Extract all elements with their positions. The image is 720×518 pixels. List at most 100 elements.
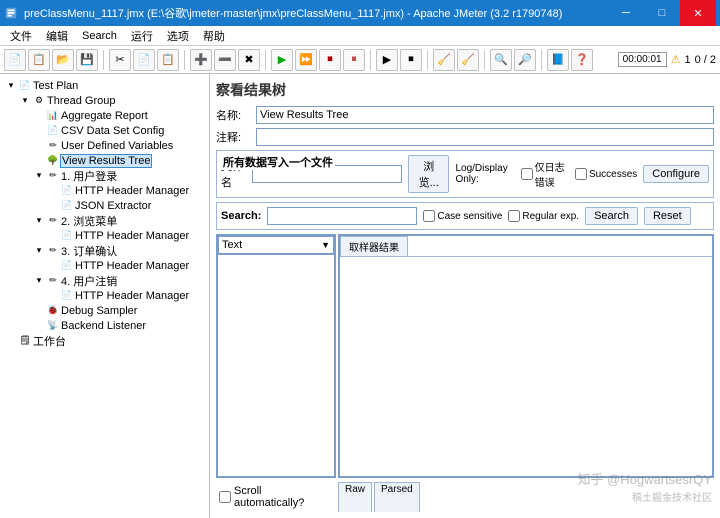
close-button[interactable]: ✕ [680,0,716,26]
case-sensitive-checkbox[interactable] [423,210,435,222]
tree-node[interactable]: 📄HTTP Header Manager [0,228,209,243]
collapse-button[interactable]: ➖ [214,49,236,71]
node-label: User Defined Variables [60,140,174,152]
successes-checkbox[interactable] [575,168,587,180]
toggle-icon[interactable]: ▾ [32,170,46,182]
tree-node[interactable]: ▾✏2. 浏览菜单 [0,213,209,228]
reset-search-button[interactable]: 🔎 [514,49,536,71]
errors-only-checkbox[interactable] [521,168,533,180]
configure-button[interactable]: Configure [643,165,709,183]
tree-node[interactable]: 📡Backend Listener [0,318,209,333]
tree-node[interactable]: ▾✏1. 用户登录 [0,168,209,183]
toggle-icon[interactable]: ▾ [32,275,46,287]
remote-stop-button[interactable]: ⏹ [400,49,422,71]
expand-button[interactable]: ➕ [190,49,212,71]
toggle-icon[interactable] [46,185,60,197]
toggle-icon[interactable] [32,125,46,137]
toggle-icon[interactable] [46,290,60,302]
toggle-icon[interactable] [32,140,46,152]
comment-label: 注释: [216,129,252,145]
results-list[interactable] [218,254,334,476]
new-button[interactable]: 📄 [4,49,26,71]
toolbar: 📄 📋 📂 💾 ✂ 📄 📋 ➕ ➖ ✖ ▶ ⏩ ⏹ ⏸ ▶ ⏹ 🧹 🧹 🔍 🔎 … [0,46,720,74]
shutdown-button[interactable]: ⏸ [343,49,365,71]
toggle-icon[interactable] [32,305,46,317]
tree-node[interactable]: 📄HTTP Header Manager [0,288,209,303]
comment-input[interactable] [256,128,714,146]
toggle-icon[interactable]: ▾ [32,215,46,227]
node-label: HTTP Header Manager [74,185,190,197]
function-helper-button[interactable]: 📘 [547,49,569,71]
toggle-icon[interactable] [46,260,60,272]
warning-count: 1 [684,54,690,66]
menu-选项[interactable]: 选项 [161,26,195,46]
tree-node[interactable]: 📊Aggregate Report [0,108,209,123]
toggle-icon[interactable] [46,200,60,212]
name-input[interactable] [256,106,714,124]
tree-node[interactable]: 📄CSV Data Set Config [0,123,209,138]
reset-button[interactable]: Reset [644,207,691,225]
tree-node[interactable]: ▾✏4. 用户注销 [0,273,209,288]
copy-button[interactable]: 📄 [133,49,155,71]
menu-文件[interactable]: 文件 [4,26,38,46]
paste-button[interactable]: 📋 [157,49,179,71]
tree-node[interactable]: ▾📄Test Plan [0,78,209,93]
parsed-tab[interactable]: Parsed [374,482,420,512]
tree-node[interactable]: ▾✏3. 订单确认 [0,243,209,258]
clear-button[interactable]: 🧹 [433,49,455,71]
toggle-icon[interactable]: ▾ [32,245,46,257]
separator [427,50,428,70]
tree-node[interactable]: ▾⚙Thread Group [0,93,209,108]
menu-search[interactable]: Search [76,28,123,44]
toggle-icon[interactable] [32,320,46,332]
toggle-icon[interactable] [4,335,18,347]
renderer-combo[interactable]: Text ▼ [218,236,334,254]
separator [265,50,266,70]
menu-编辑[interactable]: 编辑 [40,26,74,46]
toggle-button[interactable]: ✖ [238,49,260,71]
start-no-timers-button[interactable]: ⏩ [295,49,317,71]
node-icon: ⚙ [32,95,46,107]
toggle-icon[interactable]: ▾ [4,80,18,92]
toggle-icon[interactable]: ▾ [18,95,32,107]
tree-node[interactable]: 📄HTTP Header Manager [0,183,209,198]
tree-node[interactable]: 🐞Debug Sampler [0,303,209,318]
menu-运行[interactable]: 运行 [125,26,159,46]
regex-checkbox[interactable] [508,210,520,222]
sampler-result-tab[interactable]: 取样器结果 [340,236,408,256]
node-icon: ✏ [46,170,60,182]
cut-button[interactable]: ✂ [109,49,131,71]
search-input[interactable] [267,207,417,225]
raw-tab[interactable]: Raw [338,482,372,512]
clear-all-button[interactable]: 🧹 [457,49,479,71]
templates-button[interactable]: 📋 [28,49,50,71]
errors-only-label: 仅日志错误 [535,159,569,189]
toggle-icon[interactable] [46,230,60,242]
do-search-button[interactable]: Search [585,207,638,225]
menu-帮助[interactable]: 帮助 [197,26,231,46]
case-sensitive-label: Case sensitive [437,211,502,222]
app-icon [4,6,18,20]
tree-node[interactable]: 📄JSON Extractor [0,198,209,213]
toggle-icon[interactable] [32,155,46,167]
open-button[interactable]: 📂 [52,49,74,71]
window-title: preClassMenu_1117.jmx (E:\谷歌\jmeter-mast… [24,5,608,21]
file-output-group: 所有数据写入一个文件 文件名 浏览... Log/Display Only: 仅… [216,150,714,198]
maximize-button[interactable]: □ [644,0,680,26]
toggle-icon[interactable] [32,110,46,122]
tree-node[interactable]: 🗒工作台 [0,333,209,348]
tree-node[interactable]: 🌳View Results Tree [0,153,209,168]
tree-node[interactable]: 📄HTTP Header Manager [0,258,209,273]
help-button[interactable]: ❓ [571,49,593,71]
search-button[interactable]: 🔍 [490,49,512,71]
tree-node[interactable]: ✏User Defined Variables [0,138,209,153]
test-plan-tree[interactable]: ▾📄Test Plan▾⚙Thread Group📊Aggregate Repo… [0,74,210,518]
node-icon: 📊 [46,110,60,122]
remote-start-button[interactable]: ▶ [376,49,398,71]
save-button[interactable]: 💾 [76,49,98,71]
minimize-button[interactable]: ─ [608,0,644,26]
start-button[interactable]: ▶ [271,49,293,71]
browse-button[interactable]: 浏览... [408,155,450,193]
stop-button[interactable]: ⏹ [319,49,341,71]
scroll-auto-checkbox[interactable] [219,491,231,503]
